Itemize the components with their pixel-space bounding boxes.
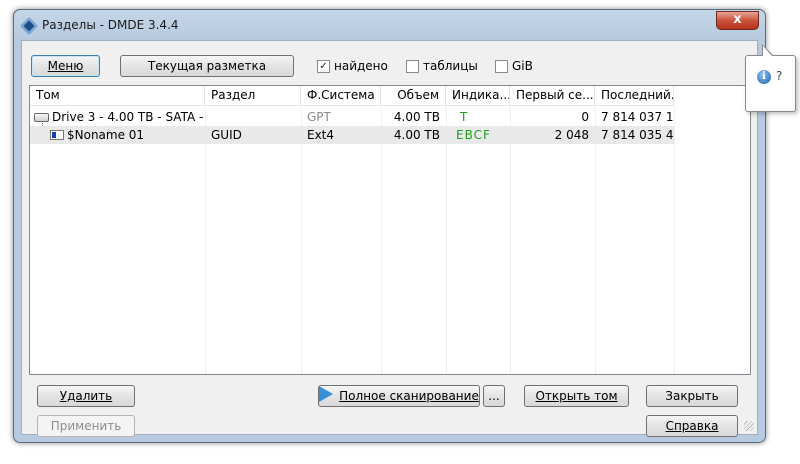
- partition-list[interactable]: Том Раздел Ф.Система Объем Индика... Пер…: [29, 85, 751, 375]
- window-close-button[interactable]: x: [716, 11, 759, 30]
- cell-last-sector: 7 814 035 455: [601, 128, 674, 142]
- list-header: Том Раздел Ф.Система Объем Индика... Пер…: [30, 86, 750, 106]
- close-button-label: Закрыть: [665, 389, 719, 403]
- window-title: Разделы - DMDE 3.4.4: [42, 18, 179, 32]
- cell-indicator: T: [460, 110, 468, 124]
- current-layout-label: Текущая разметка: [147, 59, 267, 73]
- gib-checkbox-label: GiB: [512, 59, 533, 73]
- open-volume-label: Открыть том: [535, 389, 618, 403]
- column-divider: [595, 106, 596, 374]
- cell-first-sector: 0: [581, 110, 589, 124]
- title-bar[interactable]: Разделы - DMDE 3.4.4 x: [14, 10, 765, 40]
- apply-button[interactable]: Применить: [37, 415, 135, 437]
- full-scan-button[interactable]: Полное сканирование: [318, 385, 480, 407]
- partitions-window: Разделы - DMDE 3.4.4 x Меню Текущая разм…: [13, 9, 766, 443]
- menu-button[interactable]: Меню: [31, 55, 100, 77]
- tables-checkbox[interactable]: таблицы: [406, 59, 478, 73]
- resize-grip[interactable]: [744, 421, 754, 431]
- column-header-partition[interactable]: Раздел: [205, 86, 301, 106]
- cell-filesystem: GPT: [307, 110, 331, 124]
- column-divider: [674, 106, 675, 374]
- tooltip-question-mark: ?: [776, 69, 783, 83]
- cell-indicator: EBCF: [456, 128, 491, 142]
- cell-first-sector: 2 048: [554, 128, 589, 142]
- column-header-indicator[interactable]: Индика...: [446, 86, 510, 106]
- column-divider: [446, 106, 447, 374]
- client-area: Меню Текущая разметка ✓ найдено таблицы …: [21, 40, 758, 437]
- found-checkbox[interactable]: ✓ найдено: [317, 59, 388, 73]
- column-divider: [510, 106, 511, 374]
- cell-partition: [205, 108, 301, 126]
- found-checkbox-check-icon[interactable]: ✓: [317, 59, 330, 73]
- tables-checkbox-box[interactable]: [406, 59, 419, 73]
- help-button-label: Справка: [665, 419, 719, 433]
- gib-checkbox[interactable]: GiB: [495, 59, 533, 73]
- column-header-first-sector[interactable]: Первый се...: [510, 86, 595, 106]
- info-icon: i: [757, 70, 771, 84]
- cell-volume: Drive 3 - 4.00 TB - SATA - S...: [30, 108, 205, 126]
- table-row[interactable]: Drive 3 - 4.00 TB - SATA - S... GPT 4.00…: [30, 108, 674, 126]
- help-tooltip[interactable]: i ?: [745, 44, 796, 112]
- menu-button-label: Меню: [47, 59, 84, 73]
- cell-size: 4.00 TB: [393, 110, 440, 124]
- column-divider: [381, 106, 382, 374]
- tables-checkbox-label: таблицы: [423, 59, 478, 73]
- cell-partition: GUID: [211, 128, 242, 142]
- column-header-volume[interactable]: Том: [30, 86, 205, 106]
- hard-drive-icon: [34, 113, 49, 122]
- cell-last-sector: 7 814 037 167: [601, 110, 674, 124]
- cell-filesystem: Ext4: [307, 128, 335, 142]
- column-header-last-sector[interactable]: Последний...: [595, 86, 674, 106]
- current-layout-button[interactable]: Текущая разметка: [120, 55, 294, 77]
- drive-name: Drive 3 - 4.00 TB - SATA - S...: [52, 110, 205, 124]
- found-checkbox-label: найдено: [334, 59, 388, 73]
- partition-icon: [50, 130, 64, 140]
- column-header-filesystem[interactable]: Ф.Система: [301, 86, 381, 106]
- column-header-size[interactable]: Объем: [381, 86, 446, 106]
- full-scan-label: Полное сканирование: [339, 389, 479, 403]
- play-icon: [319, 386, 334, 402]
- table-row[interactable]: $Noname 01 GUID Ext4 4.00 TB EBCF 2 048 …: [30, 126, 674, 144]
- delete-button[interactable]: Удалить: [37, 385, 135, 407]
- close-button[interactable]: Закрыть: [646, 385, 738, 407]
- delete-button-label: Удалить: [59, 389, 113, 403]
- cell-size: 4.00 TB: [393, 128, 440, 142]
- dmde-app-icon: [20, 17, 38, 35]
- column-divider: [205, 106, 206, 374]
- cell-volume: $Noname 01: [30, 126, 205, 144]
- column-divider: [301, 106, 302, 374]
- scan-options-button[interactable]: ...: [483, 385, 505, 407]
- gib-checkbox-box[interactable]: [495, 59, 508, 73]
- apply-button-label: Применить: [50, 419, 122, 433]
- open-volume-button[interactable]: Открыть том: [524, 385, 629, 407]
- help-button[interactable]: Справка: [646, 415, 738, 437]
- partition-name: $Noname 01: [67, 128, 145, 142]
